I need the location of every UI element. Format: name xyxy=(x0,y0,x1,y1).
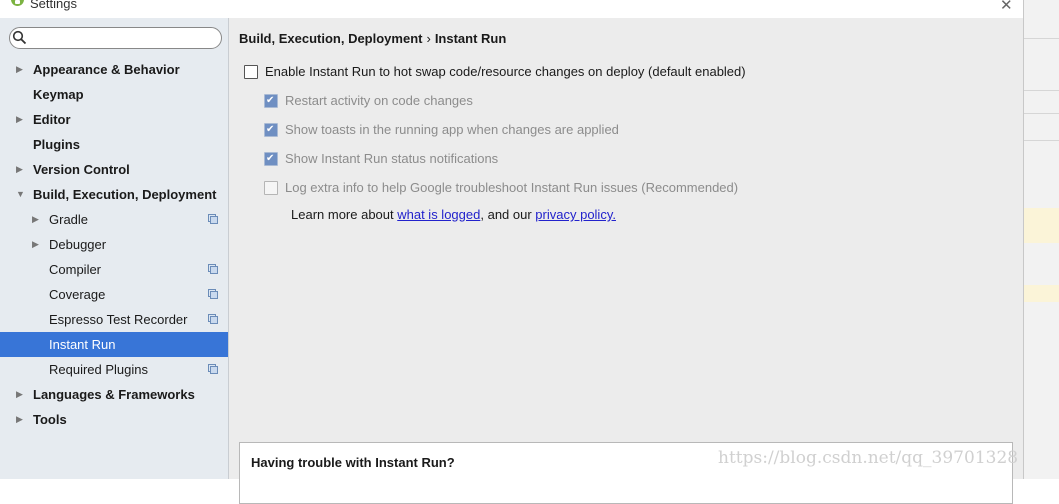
project-settings-icon xyxy=(208,264,218,274)
sidebar-item-label: Appearance & Behavior xyxy=(33,62,180,77)
instant-run-panel: Build, Execution, Deployment › Instant Run… xyxy=(229,18,1023,504)
breadcrumb: Build, Execution, Deployment › Instant Run xyxy=(239,31,506,46)
highlight-row xyxy=(1024,285,1059,302)
sidebar-item-label: Version Control xyxy=(33,162,130,177)
breadcrumb-separator: › xyxy=(426,31,431,46)
chevron-right-icon[interactable]: ▶ xyxy=(32,232,39,257)
breadcrumb-parent: Build, Execution, Deployment xyxy=(239,31,423,46)
divider xyxy=(1024,90,1059,91)
option-label: Show toasts in the running app when chan… xyxy=(285,122,619,137)
sidebar-item-instant-run[interactable]: Instant Run xyxy=(0,332,228,357)
learn-more-middle: , and our xyxy=(480,207,536,222)
divider xyxy=(1024,38,1059,39)
sidebar-item-editor[interactable]: ▶ Editor xyxy=(0,107,228,132)
sidebar-item-tools[interactable]: ▶ Tools xyxy=(0,407,228,432)
chevron-right-icon[interactable]: ▶ xyxy=(32,207,39,232)
sidebar-item-label: Tools xyxy=(33,412,67,427)
trouble-title: Having trouble with Instant Run? xyxy=(251,455,455,470)
privacy-policy-link[interactable]: privacy policy. xyxy=(535,207,616,222)
sidebar-item-label: Required Plugins xyxy=(49,362,149,377)
breadcrumb-current: Instant Run xyxy=(434,31,507,46)
divider xyxy=(1024,140,1059,141)
settings-sidebar: ▶ Appearance & Behavior Keymap ▶ Editor Plugi… xyxy=(0,18,229,479)
watermark: https://blog.csdn.net/qq_39701328 xyxy=(718,448,1019,468)
chevron-right-icon[interactable]: ▶ xyxy=(16,107,23,132)
sidebar-item-label: Build, Execution, Deployment xyxy=(33,187,217,202)
sidebar-item-plugins[interactable]: Plugins xyxy=(0,132,228,157)
background-window xyxy=(1023,0,1059,479)
sidebar-item-required-plugins[interactable]: Required Plugins xyxy=(0,357,228,382)
option-label: Log extra info to help Google troublesho… xyxy=(285,180,739,195)
option-checkbox xyxy=(264,181,278,195)
chevron-right-icon[interactable]: ▶ xyxy=(16,382,23,407)
sidebar-item-label: Plugins xyxy=(33,137,80,152)
sidebar-item-label: Debugger xyxy=(49,237,107,252)
sidebar-item-label: Instant Run xyxy=(49,337,116,352)
sidebar-item-label: Gradle xyxy=(49,212,89,227)
project-settings-icon xyxy=(208,289,218,299)
sidebar-item-appearance-behavior[interactable]: ▶ Appearance & Behavior xyxy=(0,57,228,82)
option-label: Enable Instant Run to hot swap code/reso… xyxy=(265,64,746,79)
option-checkbox xyxy=(264,120,278,140)
sidebar-item-espresso-test-recorder[interactable]: Espresso Test Recorder xyxy=(0,307,228,332)
android-studio-icon xyxy=(11,0,24,6)
project-settings-icon xyxy=(208,314,218,324)
chevron-right-icon[interactable]: ▶ xyxy=(16,57,23,82)
divider xyxy=(1024,113,1059,114)
highlight-row xyxy=(1024,208,1059,243)
sidebar-item-build-execution-deployment[interactable]: ▼ Build, Execution, Deployment xyxy=(0,182,228,207)
sidebar-item-gradle[interactable]: ▶ Gradle xyxy=(0,207,228,232)
option-label: Restart activity on code changes xyxy=(285,93,473,108)
sidebar-item-languages-frameworks[interactable]: ▶ Languages & Frameworks xyxy=(0,382,228,407)
project-settings-icon xyxy=(208,364,218,374)
window-title: Settings xyxy=(30,0,77,11)
sidebar-item-label: Languages & Frameworks xyxy=(33,387,195,402)
option-label: Show Instant Run status notifications xyxy=(285,151,499,166)
title-bar: Settings ✕ xyxy=(0,0,1023,18)
option-checkbox[interactable] xyxy=(244,65,258,79)
learn-more-text: Learn more about what is logged, and our… xyxy=(291,207,616,222)
option-checkbox xyxy=(264,149,278,169)
sidebar-item-coverage[interactable]: Coverage xyxy=(0,282,228,307)
search-icon xyxy=(12,30,27,45)
sidebar-item-debugger[interactable]: ▶ Debugger xyxy=(0,232,228,257)
sidebar-item-label: Coverage xyxy=(49,287,106,302)
sidebar-item-keymap[interactable]: Keymap xyxy=(0,82,228,107)
chevron-down-icon[interactable]: ▼ xyxy=(16,182,25,207)
close-icon[interactable]: ✕ xyxy=(1000,0,1013,14)
sidebar-item-label: Compiler xyxy=(49,262,102,277)
chevron-right-icon[interactable]: ▶ xyxy=(16,157,23,182)
what-is-logged-link[interactable]: what is logged xyxy=(397,207,480,222)
search-input[interactable] xyxy=(9,27,222,49)
sidebar-item-label: Keymap xyxy=(33,87,84,102)
learn-more-prefix: Learn more about xyxy=(291,207,398,222)
sidebar-item-compiler[interactable]: Compiler xyxy=(0,257,228,282)
sidebar-item-label: Espresso Test Recorder xyxy=(49,312,188,327)
option-checkbox xyxy=(264,91,278,111)
chevron-right-icon[interactable]: ▶ xyxy=(16,407,23,432)
sidebar-item-label: Editor xyxy=(33,112,71,127)
sidebar-item-version-control[interactable]: ▶ Version Control xyxy=(0,157,228,182)
project-settings-icon xyxy=(208,214,218,224)
